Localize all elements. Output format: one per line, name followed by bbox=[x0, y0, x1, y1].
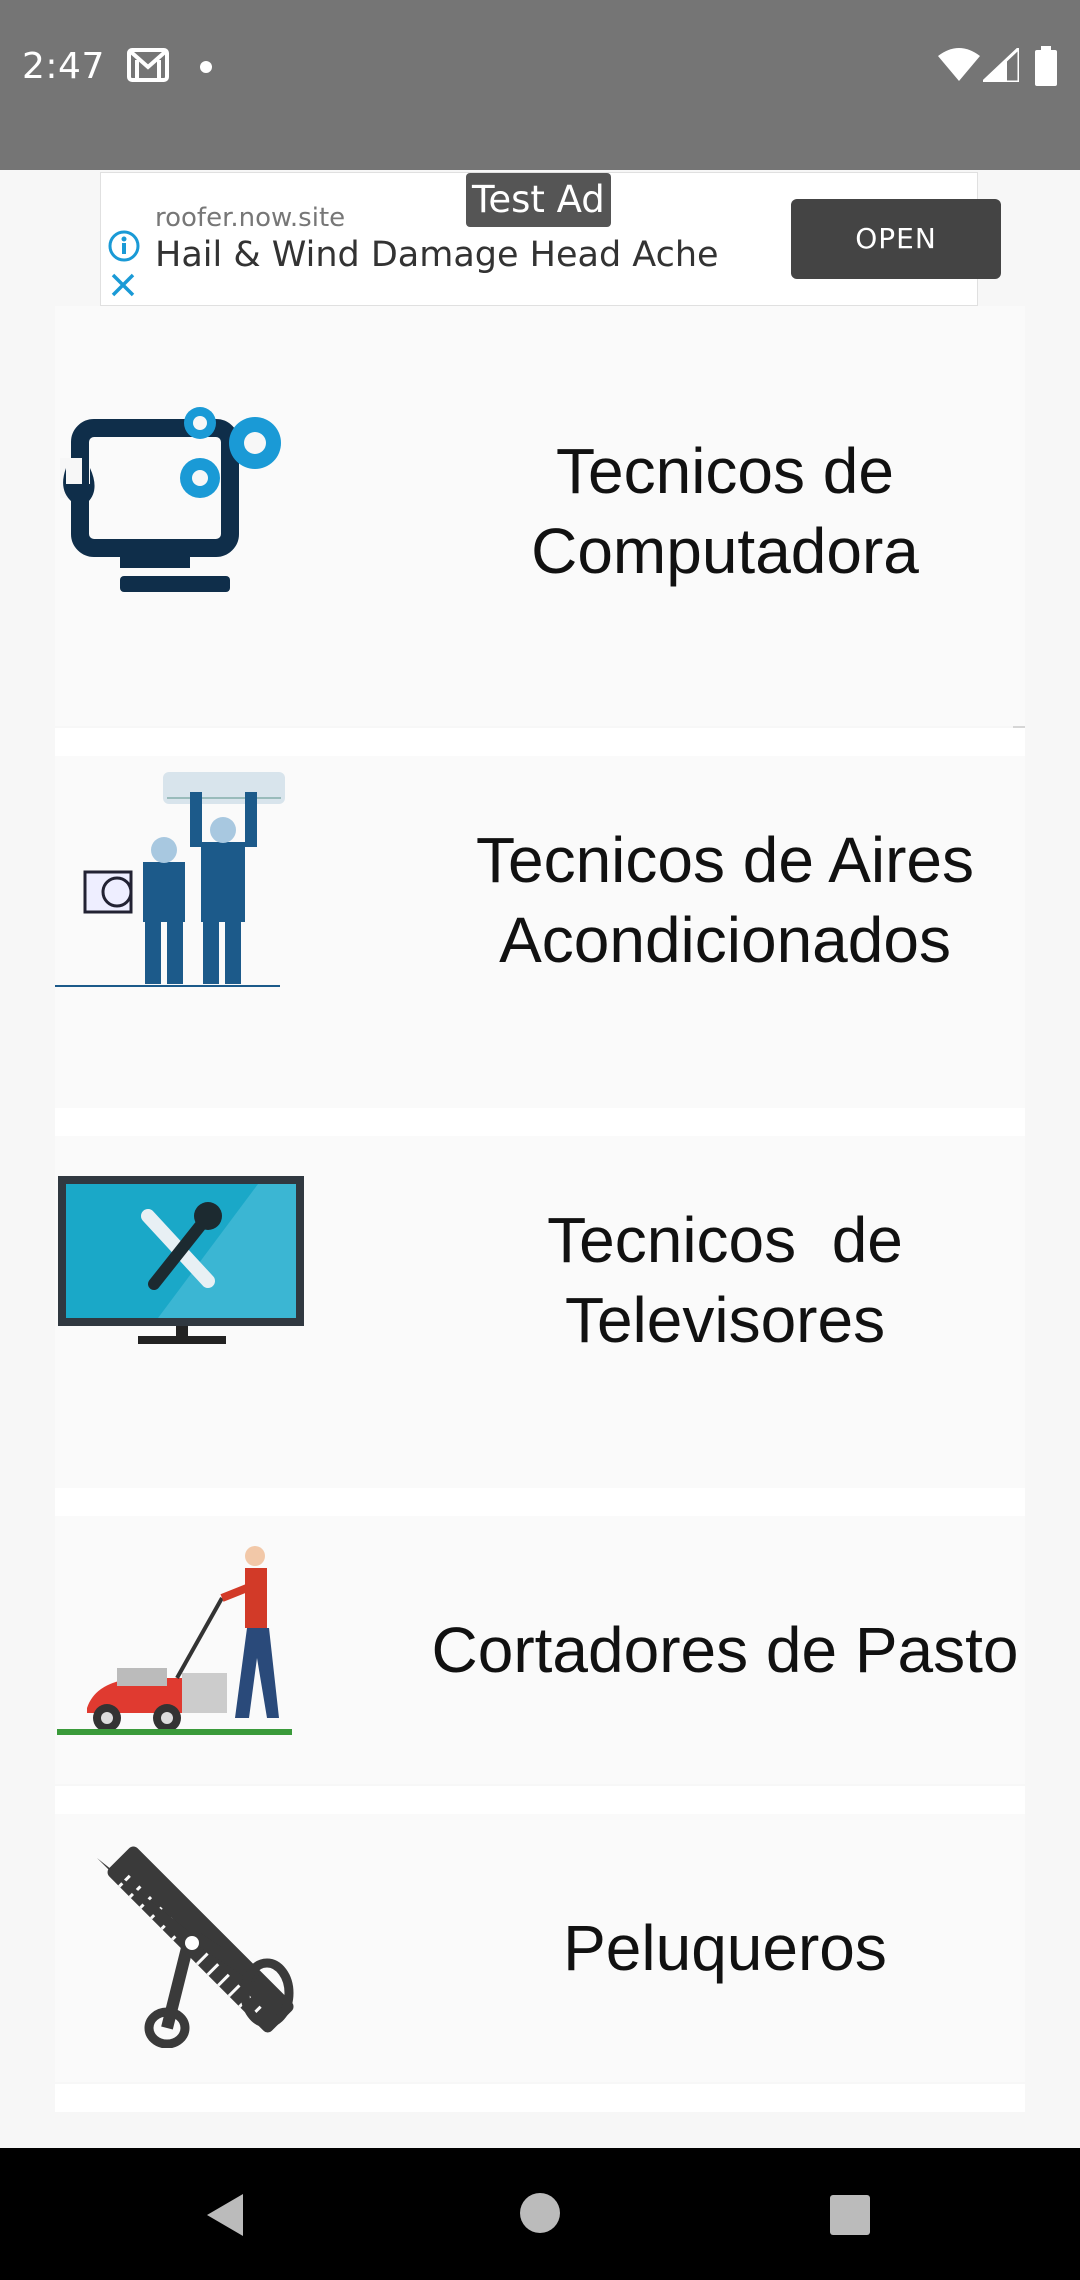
category-label-line1: Tecnicos de bbox=[556, 435, 894, 507]
category-card-computer[interactable]: Tecnicos de Computadora bbox=[55, 306, 1025, 726]
notification-dot-icon bbox=[200, 61, 212, 73]
divider bbox=[55, 728, 1025, 756]
divider bbox=[55, 2084, 1025, 2112]
category-label-line2: Acondicionados bbox=[499, 904, 951, 976]
ad-banner[interactable]: Test Ad roofer.now.site Hail & Wind Dama… bbox=[100, 172, 1001, 306]
scissors-comb-icon bbox=[87, 1838, 307, 2052]
category-label: Peluqueros bbox=[345, 1908, 1080, 1988]
divider bbox=[55, 1108, 1025, 1136]
lawn-mower-icon bbox=[57, 1538, 297, 1752]
info-icon[interactable] bbox=[107, 229, 141, 267]
navigation-bar bbox=[0, 2148, 1080, 2280]
ad-domain: roofer.now.site bbox=[155, 203, 346, 233]
category-label-line1: Peluqueros bbox=[563, 1912, 887, 1984]
cell-signal-icon bbox=[979, 44, 1021, 86]
category-label-line1: Tecnicos de bbox=[547, 1204, 903, 1276]
close-icon[interactable] bbox=[109, 271, 137, 303]
category-label-line1: Cortadores de Pasto bbox=[431, 1614, 1019, 1686]
category-card-peluqueros[interactable]: Peluqueros bbox=[55, 1814, 1025, 2082]
category-card-televisores[interactable]: Tecnicos de Televisores bbox=[55, 1136, 1025, 1488]
back-icon[interactable] bbox=[205, 2192, 245, 2242]
wifi-icon bbox=[938, 48, 980, 86]
category-label: Tecnicos de Aires Acondicionados bbox=[345, 820, 1080, 980]
category-label: Cortadores de Pasto bbox=[345, 1610, 1080, 1690]
computer-repair-icon bbox=[60, 398, 300, 612]
status-time: 2:47 bbox=[22, 46, 105, 87]
ad-headline[interactable]: Hail & Wind Damage Head Ache bbox=[155, 235, 719, 275]
divider bbox=[55, 1786, 1025, 1814]
category-card-aires[interactable]: Tecnicos de Aires Acondicionados bbox=[55, 756, 1025, 1108]
divider bbox=[55, 1488, 1025, 1516]
open-button[interactable]: OPEN bbox=[791, 199, 1001, 279]
recent-apps-icon[interactable] bbox=[829, 2194, 871, 2240]
category-label-line2: Televisores bbox=[564, 1284, 886, 1356]
test-ad-badge: Test Ad bbox=[466, 173, 611, 227]
tv-repair-icon bbox=[58, 1176, 306, 1350]
category-label-line1: Tecnicos de Aires bbox=[475, 824, 975, 896]
status-bar: 2:47 bbox=[0, 0, 1080, 170]
category-card-cortadores[interactable]: Cortadores de Pasto bbox=[55, 1516, 1025, 1784]
category-label: Tecnicos de Televisores bbox=[345, 1200, 1080, 1360]
category-label-line2: Computadora bbox=[531, 515, 919, 587]
gmail-icon bbox=[127, 48, 169, 86]
home-icon[interactable] bbox=[519, 2192, 561, 2238]
air-conditioner-technicians-icon bbox=[55, 772, 295, 996]
category-label: Tecnicos de Computadora bbox=[345, 431, 1080, 591]
battery-icon bbox=[1035, 46, 1057, 90]
